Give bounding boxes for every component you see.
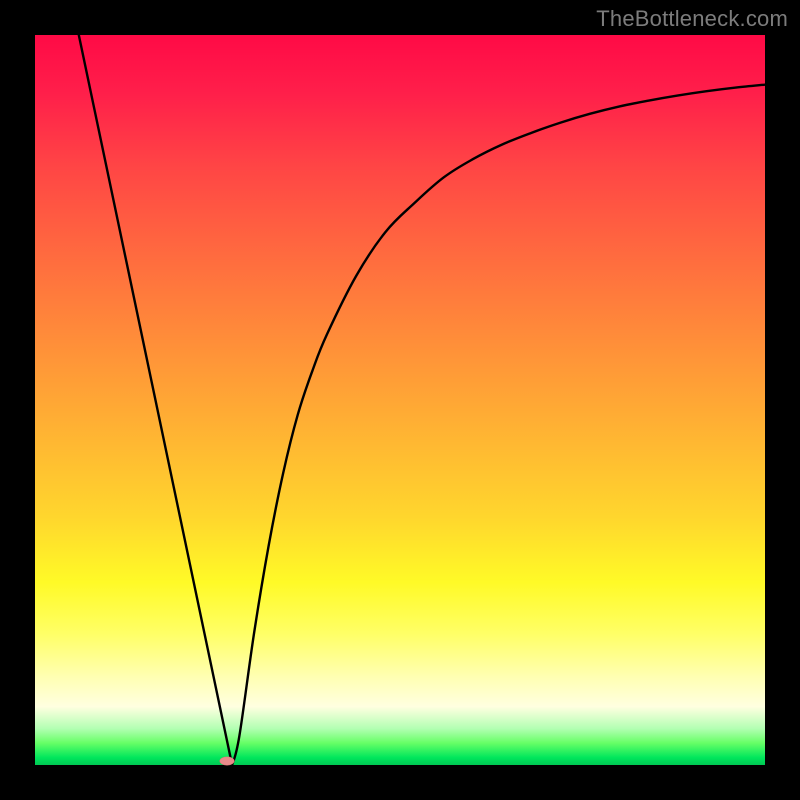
plot-area [35, 35, 765, 765]
watermark-text: TheBottleneck.com [596, 6, 788, 32]
chart-frame: TheBottleneck.com [0, 0, 800, 800]
bottleneck-curve [35, 35, 765, 765]
